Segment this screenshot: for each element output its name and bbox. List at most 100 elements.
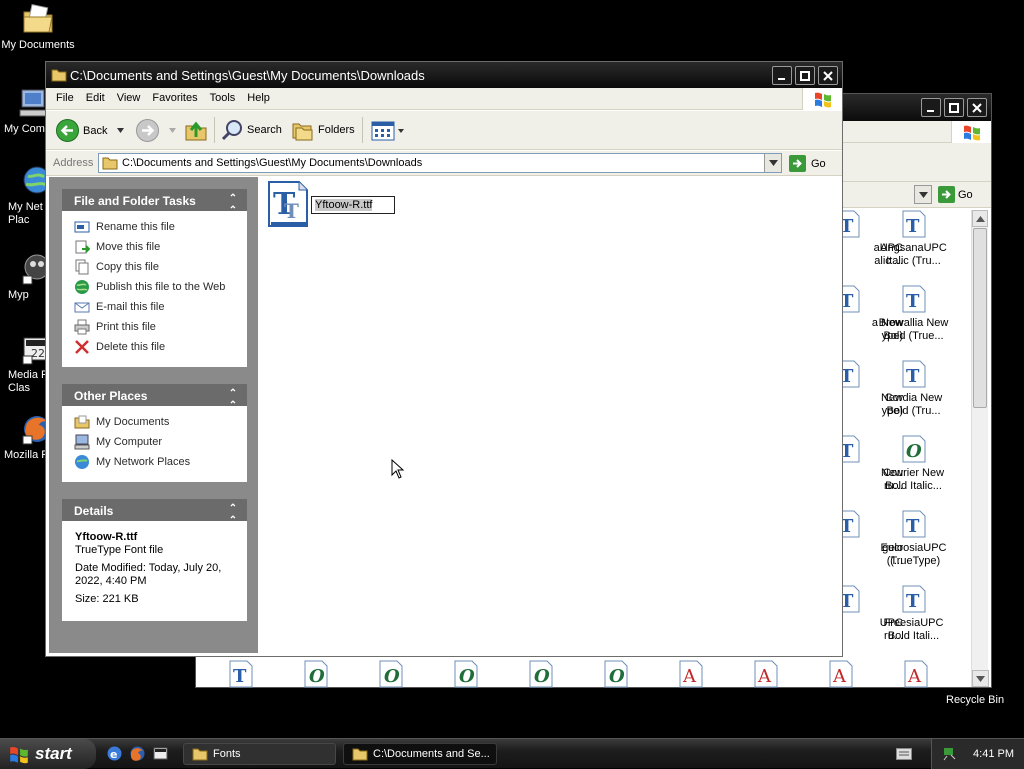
file-list[interactable]: T T Yftoow-R.ttf: [258, 177, 839, 653]
chevron-down-icon: [398, 129, 404, 133]
menu-tools[interactable]: Tools: [204, 88, 242, 108]
taskbar-button-downloads[interactable]: C:\Documents and Se...: [343, 743, 497, 765]
maximize-button[interactable]: [795, 66, 815, 85]
views-icon: [371, 121, 395, 141]
scroll-thumb[interactable]: [973, 228, 987, 408]
font-file-icon: T: [902, 210, 926, 238]
recycle-bin-label[interactable]: Recycle Bin: [946, 694, 1004, 706]
task-email-file[interactable]: E-mail this file: [62, 297, 247, 317]
keyboard-icon[interactable]: [896, 748, 912, 763]
panel-header[interactable]: Other Places ⌃ ⌃: [62, 384, 247, 411]
close-button[interactable]: [967, 98, 987, 117]
menu-favorites[interactable]: Favorites: [146, 88, 203, 108]
details-file-name: Yftoow-R.ttf: [75, 531, 138, 543]
font-item-label: Courier New Bold Italic...: [882, 467, 945, 492]
maximize-button[interactable]: [944, 98, 964, 117]
explorer-window[interactable]: C:\Documents and Settings\Guest\My Docum…: [45, 61, 843, 657]
font-item[interactable]: T Browallia New Bold (True...: [876, 285, 951, 343]
menu-file[interactable]: File: [50, 88, 80, 108]
raster-font-icon[interactable]: A: [904, 660, 928, 688]
move-icon: [75, 240, 90, 254]
ie-icon[interactable]: e: [106, 745, 123, 762]
chevron-down-icon[interactable]: [117, 128, 125, 133]
details-file-type: TrueType Font file: [75, 544, 164, 556]
back-arrow-icon: [56, 119, 79, 142]
place-my-network-places[interactable]: My Network Places: [62, 452, 247, 472]
toolbar-separator: [214, 117, 215, 143]
taskbar-button-fonts[interactable]: Fonts: [183, 743, 336, 765]
go-button[interactable]: Go: [789, 155, 826, 172]
firefox-icon[interactable]: [129, 745, 146, 762]
truetype-font-icon[interactable]: T: [229, 660, 253, 688]
collapse-chevron-icon[interactable]: ⌃ ⌃: [225, 388, 241, 411]
task-move-file[interactable]: Move this file: [62, 237, 247, 257]
minimize-button[interactable]: [921, 98, 941, 117]
opentype-font-icon[interactable]: O: [454, 660, 478, 688]
scroll-down-button[interactable]: [972, 670, 989, 687]
menu-view[interactable]: View: [111, 88, 147, 108]
font-item-label: Cordia New Bold (Tru...: [884, 392, 943, 417]
clock[interactable]: 4:41 PM: [973, 748, 1014, 760]
font-item-label: Browallia New Bold (True...: [878, 317, 949, 342]
font-item[interactable]: T AngsanaUPC Italic (Tru...: [876, 210, 951, 268]
media-player-icon[interactable]: [152, 745, 169, 762]
address-dropdown-button[interactable]: [764, 154, 781, 172]
minimize-button[interactable]: [772, 66, 792, 85]
opentype-font-icon[interactable]: O: [379, 660, 403, 688]
opentype-font-icon[interactable]: O: [529, 660, 553, 688]
network-status-icon[interactable]: [942, 746, 957, 761]
menu-edit[interactable]: Edit: [80, 88, 111, 108]
collapse-chevron-icon[interactable]: ⌃ ⌃: [225, 193, 241, 216]
opentype-font-icon[interactable]: O: [604, 660, 628, 688]
file-name-edit[interactable]: Yftoow-R.ttf: [311, 196, 395, 214]
task-copy-file[interactable]: Copy this file: [62, 257, 247, 277]
task-rename-file[interactable]: Rename this file: [62, 217, 247, 237]
vertical-scrollbar[interactable]: [971, 210, 989, 687]
font-item[interactable]: O Courier New Bold Italic...: [876, 435, 951, 493]
forward-button[interactable]: [136, 119, 176, 142]
svg-text:A: A: [832, 666, 847, 687]
address-go-button[interactable]: Go: [938, 186, 973, 203]
raster-font-icon[interactable]: A: [829, 660, 853, 688]
close-button[interactable]: [818, 66, 838, 85]
font-item[interactable]: T Cordia New Bold (Tru...: [876, 360, 951, 418]
details-panel: Details ⌃ ⌃ Yftoow-R.ttf TrueType Font fi…: [62, 499, 247, 621]
globe-icon: [75, 280, 89, 294]
views-button[interactable]: [371, 121, 404, 141]
opentype-font-icon[interactable]: O: [304, 660, 328, 688]
font-item[interactable]: T EucrosiaUPC (TrueType): [876, 510, 951, 568]
font-icon-row-bottom: T O O O O O A A A A: [221, 660, 961, 688]
panel-header[interactable]: Details ⌃ ⌃: [62, 499, 247, 526]
explorer-titlebar[interactable]: C:\Documents and Settings\Guest\My Docum…: [46, 62, 842, 88]
address-dropdown-button[interactable]: [914, 185, 932, 204]
address-input[interactable]: C:\Documents and Settings\Guest\My Docum…: [98, 153, 782, 173]
task-delete-file[interactable]: Delete this file: [62, 337, 247, 357]
place-my-documents[interactable]: My Documents: [62, 412, 247, 432]
font-item-label: FreesiaUPC Bold Itali...: [883, 617, 944, 642]
raster-font-icon[interactable]: A: [754, 660, 778, 688]
up-folder-button[interactable]: [184, 118, 208, 142]
desktop-icon-my-documents[interactable]: My Documents: [0, 2, 76, 52]
font-item[interactable]: T FreesiaUPC Bold Itali...: [876, 585, 951, 643]
font-file-icon: O: [902, 435, 926, 463]
start-button[interactable]: start: [0, 739, 96, 769]
svg-text:T: T: [233, 666, 247, 687]
toolbar-separator: [362, 117, 363, 143]
rename-icon: [74, 221, 90, 233]
windows-logo-icon: [802, 88, 842, 110]
search-button[interactable]: Search: [221, 119, 282, 141]
task-print-file[interactable]: Print this file: [62, 317, 247, 337]
scroll-up-button[interactable]: [972, 210, 988, 227]
svg-text:22: 22: [31, 347, 45, 360]
task-publish-to-web[interactable]: Publish this file to the Web: [62, 277, 247, 297]
raster-font-icon[interactable]: A: [679, 660, 703, 688]
file-item[interactable]: T T: [267, 180, 309, 231]
place-my-computer[interactable]: My Computer: [62, 432, 247, 452]
svg-text:A: A: [757, 666, 772, 687]
back-button[interactable]: Back: [56, 119, 125, 142]
panel-header[interactable]: File and Folder Tasks ⌃ ⌃: [62, 189, 247, 216]
folders-button[interactable]: Folders: [291, 119, 355, 141]
folder-icon: [21, 2, 55, 36]
menu-help[interactable]: Help: [241, 88, 276, 108]
collapse-chevron-icon[interactable]: ⌃ ⌃: [225, 503, 241, 526]
